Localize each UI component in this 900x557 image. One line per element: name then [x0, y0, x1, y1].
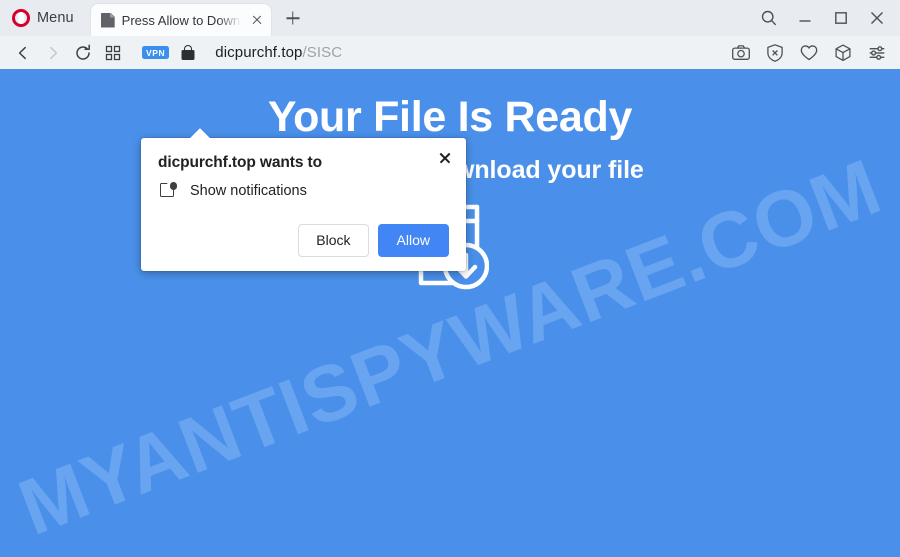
tab-close-icon[interactable] — [247, 10, 267, 30]
page-document-icon — [101, 13, 115, 28]
search-icon — [761, 10, 777, 26]
snapshot-button[interactable] — [726, 39, 756, 67]
tab-grid-button[interactable] — [98, 39, 128, 67]
block-button[interactable]: Block — [298, 224, 369, 258]
notification-permission-dialog: dicpurchf.top wants to Show notification… — [141, 138, 466, 272]
permission-label: Show notifications — [190, 182, 307, 199]
favorites-button[interactable] — [794, 39, 824, 67]
minimize-icon — [799, 20, 811, 22]
dialog-title: dicpurchf.top wants to — [158, 154, 322, 171]
lock-icon[interactable] — [181, 44, 195, 61]
opera-logo-icon — [12, 9, 30, 27]
tab-strip: Menu Press Allow to Downl — [0, 0, 900, 36]
permission-row: Show notifications — [158, 182, 449, 199]
menu-label: Menu — [37, 10, 74, 26]
url-path: /SISC — [302, 44, 343, 61]
heart-icon — [800, 44, 818, 60]
opera-menu-button[interactable]: Menu — [6, 3, 82, 33]
window-controls — [752, 0, 900, 36]
url-host: dicpurchf.top — [215, 44, 303, 61]
maximize-button[interactable] — [824, 3, 858, 33]
easy-setup-button[interactable] — [862, 39, 892, 67]
toolbar-right — [726, 39, 892, 67]
reload-icon — [76, 43, 90, 60]
minimize-button[interactable] — [788, 3, 822, 33]
allow-button[interactable]: Allow — [377, 224, 449, 258]
sliders-icon — [869, 45, 885, 60]
camera-icon — [732, 44, 750, 60]
dialog-close-icon[interactable] — [434, 147, 456, 169]
reload-button[interactable] — [68, 39, 98, 67]
vpn-badge[interactable]: VPN — [142, 46, 170, 59]
back-button[interactable] — [8, 39, 38, 67]
close-icon — [871, 12, 883, 24]
chevron-left-icon — [18, 46, 26, 59]
new-tab-button[interactable] — [278, 3, 308, 33]
chevron-right-icon — [50, 46, 58, 59]
page-content: MYANTISPYWARE.COM Your File Is Ready Cli… — [0, 69, 900, 557]
search-window-button[interactable] — [752, 3, 786, 33]
browser-tab[interactable]: Press Allow to Downl — [90, 4, 271, 36]
dialog-actions: Block Allow — [158, 224, 449, 258]
maximize-square-icon — [835, 12, 847, 24]
cube-icon — [835, 43, 851, 61]
extensions-button[interactable] — [828, 39, 858, 67]
shield-x-icon — [767, 43, 783, 62]
browser-window: Menu Press Allow to Downl VPN dicpurchf.… — [0, 0, 900, 557]
page-title: Your File Is Ready — [267, 93, 633, 141]
ad-blocker-button[interactable] — [760, 39, 790, 67]
notification-bell-icon — [160, 182, 177, 199]
tab-title: Press Allow to Downl — [121, 12, 244, 28]
navigation-toolbar: VPN dicpurchf.top/SISC — [0, 36, 900, 69]
address-bar[interactable]: VPN dicpurchf.top/SISC — [142, 39, 726, 67]
close-window-button[interactable] — [860, 3, 894, 33]
url-text: dicpurchf.top/SISC — [215, 44, 342, 61]
forward-button[interactable] — [38, 39, 68, 67]
grid-squares-icon — [105, 45, 121, 60]
